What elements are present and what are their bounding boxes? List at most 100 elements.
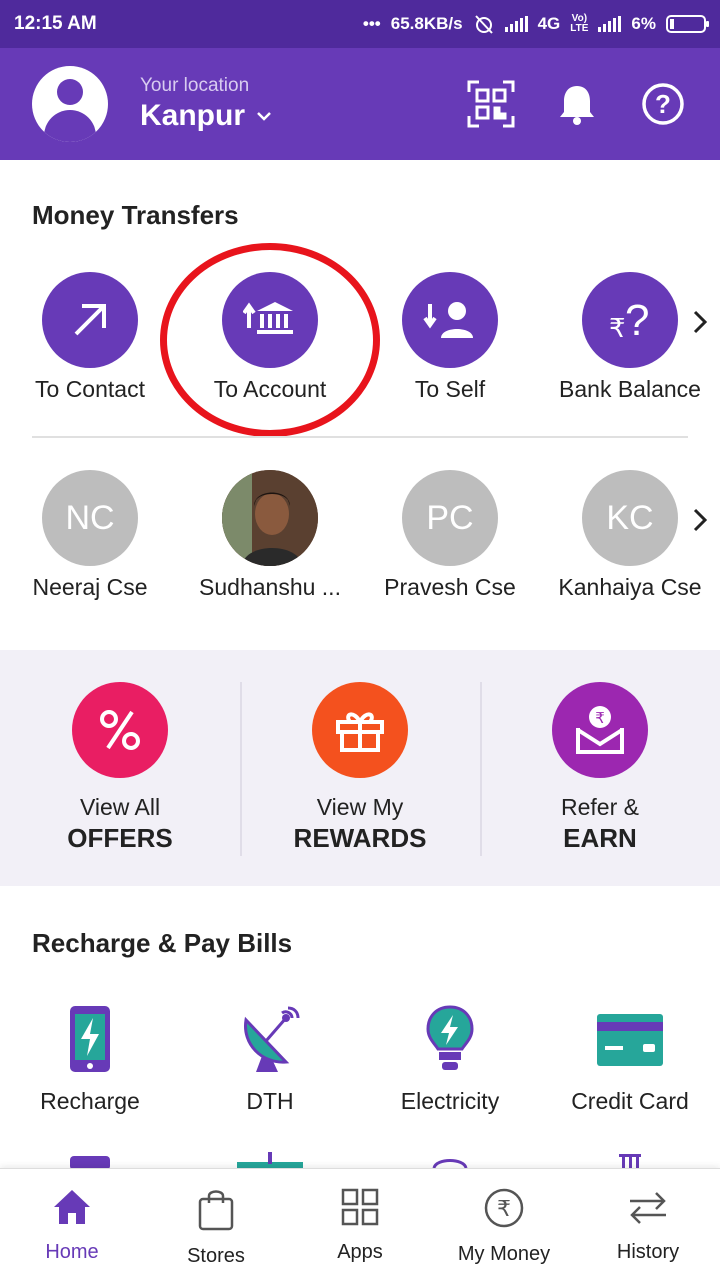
nav-history[interactable]: History	[576, 1169, 720, 1280]
bottom-nav: Home Stores Apps ₹ My Money History	[0, 1168, 720, 1280]
transfer-actions-row: To Contact To Account To Self ₹ ? Bank B…	[0, 272, 720, 403]
rupee-circle-icon: ₹	[484, 1188, 524, 1228]
offers-line2: OFFERS	[67, 823, 173, 853]
alarm-off-icon	[474, 15, 493, 34]
nav-my-money[interactable]: ₹ My Money	[432, 1169, 576, 1280]
nav-stores[interactable]: Stores	[144, 1169, 288, 1280]
qr-scan-icon[interactable]	[466, 79, 516, 129]
contact-photo	[222, 470, 318, 566]
partial-icon	[180, 1152, 360, 1168]
network-speed: 65.8KB/s	[390, 14, 463, 33]
help-icon[interactable]: ?	[638, 79, 688, 129]
gift-icon	[336, 712, 384, 752]
nav-apps[interactable]: Apps	[288, 1169, 432, 1280]
svg-text:?: ?	[625, 296, 649, 345]
percent-icon	[100, 710, 140, 750]
swap-arrows-icon	[630, 1192, 666, 1224]
chevron-right-icon[interactable]	[688, 302, 712, 342]
status-bar: 12:15 AM ••• 65.8KB/s 4G Vo) LTE 6%	[0, 0, 720, 48]
bell-icon[interactable]	[552, 79, 602, 129]
status-time: 12:15 AM	[14, 13, 97, 34]
electricity-button[interactable]: Electricity	[360, 1004, 540, 1115]
money-transfers-title: Money Transfers	[32, 200, 239, 230]
contact-item[interactable]: NC Neeraj Cse	[0, 470, 180, 601]
bank-icon	[243, 302, 293, 334]
nav-my-money-label: My Money	[457, 1243, 551, 1265]
partial-icon	[0, 1152, 180, 1168]
svg-text:?: ?	[655, 89, 671, 119]
rewards-line2: REWARDS	[293, 823, 427, 853]
volte-icon: Vo) LTE	[570, 13, 589, 34]
nav-home[interactable]: Home	[0, 1169, 144, 1280]
electricity-label: Electricity	[400, 1088, 500, 1114]
partial-icon	[540, 1152, 720, 1168]
svg-text:₹: ₹	[595, 709, 605, 727]
contact-name: Sudhanshu ...	[199, 574, 341, 600]
nav-history-label: History	[616, 1241, 680, 1263]
dth-label: DTH	[246, 1088, 294, 1114]
battery-icon	[666, 15, 709, 33]
contact-item[interactable]: Sudhanshu ...	[180, 470, 360, 601]
svg-text:₹: ₹	[497, 1197, 511, 1222]
recharge-label: Recharge	[40, 1088, 140, 1114]
offers-button[interactable]: View All OFFERS	[0, 650, 240, 854]
satellite-dish-icon	[244, 1006, 300, 1072]
refer-earn-button[interactable]: ₹ Refer & EARN	[480, 650, 720, 856]
contact-avatar: NC	[42, 470, 138, 566]
offers-line1: View All	[79, 794, 161, 820]
to-self-label: To Self	[414, 376, 486, 402]
location-city: Kanpur	[140, 99, 245, 132]
battery-percent: 6%	[631, 14, 656, 33]
profile-avatar[interactable]	[32, 66, 108, 142]
rewards-line1: View My	[316, 794, 404, 820]
credit-card-icon	[597, 1014, 663, 1066]
location-label: Your location	[140, 75, 250, 96]
signal-icon	[504, 16, 528, 32]
to-contact-label: To Contact	[35, 376, 145, 402]
location-selector[interactable]: Your location Kanpur	[140, 75, 273, 133]
chevron-down-icon	[257, 112, 271, 121]
contact-name: Kanhaiya Cse	[558, 574, 702, 600]
recharge-button[interactable]: Recharge	[0, 1004, 180, 1115]
rewards-button[interactable]: View My REWARDS	[240, 650, 480, 856]
to-contact-button[interactable]: To Contact	[0, 272, 180, 403]
recent-contacts-row: NC Neeraj Cse Sudhanshu ... PC Pravesh C…	[0, 470, 720, 601]
to-account-label: To Account	[213, 376, 327, 402]
apps-grid-icon	[341, 1188, 379, 1226]
contact-name: Neeraj Cse	[32, 574, 148, 600]
person-arrow-icon	[423, 302, 473, 338]
contact-name: Pravesh Cse	[384, 574, 516, 600]
svg-text:₹: ₹	[609, 314, 626, 344]
nav-stores-label: Stores	[187, 1245, 245, 1267]
nav-apps-label: Apps	[337, 1241, 383, 1263]
refer-line2: EARN	[563, 823, 637, 853]
credit-card-button[interactable]: Credit Card	[540, 1004, 720, 1115]
nav-home-label: Home	[45, 1241, 99, 1263]
contact-avatar: PC	[402, 470, 498, 566]
signal-icon-2	[598, 16, 622, 32]
to-self-button[interactable]: To Self	[360, 272, 540, 403]
recharge-bills-title: Recharge & Pay Bills	[32, 928, 293, 958]
mobile-icon	[70, 1006, 110, 1072]
app-header: Your location Kanpur ?	[0, 48, 720, 160]
to-account-button[interactable]: To Account	[180, 272, 360, 403]
bills-row: Recharge DTH Electricity Credit Card	[0, 1004, 720, 1115]
credit-card-label: Credit Card	[571, 1088, 689, 1114]
chevron-right-icon[interactable]	[688, 500, 712, 540]
shopping-bag-icon	[198, 1190, 234, 1231]
section-divider	[32, 436, 688, 438]
promo-band: View All OFFERS View My REWARDS ₹ Refer …	[0, 650, 720, 886]
bulb-icon	[426, 1005, 474, 1070]
home-icon	[54, 1190, 90, 1224]
dth-button[interactable]: DTH	[180, 1004, 360, 1115]
network-type: 4G	[537, 14, 561, 33]
contact-item[interactable]: PC Pravesh Cse	[360, 470, 540, 601]
refer-line1: Refer &	[561, 794, 639, 820]
arrow-up-right-icon	[74, 304, 106, 336]
contact-avatar: KC	[582, 470, 678, 566]
rupee-question-icon: ₹ ?	[609, 296, 649, 345]
partial-icon	[360, 1152, 540, 1168]
envelope-rupee-icon: ₹	[576, 706, 624, 754]
bank-balance-label: Bank Balance	[559, 376, 701, 402]
overflow-dots: •••	[362, 14, 381, 33]
